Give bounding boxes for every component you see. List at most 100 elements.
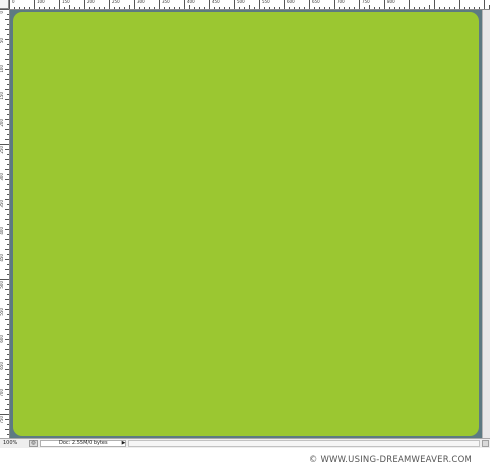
ruler-tick	[79, 7, 80, 9]
ruler-tick	[179, 7, 180, 9]
ruler-tick	[354, 7, 355, 9]
ruler-tick	[419, 7, 420, 9]
ruler-origin[interactable]	[0, 0, 9, 9]
ruler-tick	[7, 224, 9, 225]
ruler-tick	[7, 434, 9, 435]
ruler-tick	[7, 354, 9, 355]
ruler-tick	[284, 0, 285, 9]
ruler-label: 600	[287, 0, 295, 4]
zoom-level[interactable]: 100%	[3, 440, 25, 447]
green-rounded-rectangle[interactable]	[13, 12, 479, 436]
ruler-tick	[29, 7, 30, 9]
ruler-label: 300	[0, 173, 4, 181]
ruler-tick	[124, 7, 125, 9]
ruler-tick	[469, 7, 470, 9]
ruler-tick	[5, 399, 9, 400]
ruler-tick	[7, 314, 9, 315]
ruler-tick	[7, 264, 9, 265]
vertical-ruler[interactable]: 0 50 100 150 200 250 300 350 400 450 500 550 600 650 7…	[0, 9, 10, 438]
ruler-tick	[7, 94, 9, 95]
ruler-tick	[5, 269, 9, 270]
ruler-label: 200	[0, 119, 4, 127]
photoshop-document-window: 0 100 150 200 250 300 350 400 450 500 550 600 650 700…	[0, 0, 490, 448]
ruler-tick	[374, 7, 375, 9]
ruler-tick	[5, 149, 9, 150]
ruler-tick	[7, 14, 9, 15]
triangle-right-icon[interactable]: ▶	[120, 440, 127, 447]
ruler-tick	[7, 64, 9, 65]
ruler-tick	[119, 7, 120, 9]
ruler-tick	[7, 214, 9, 215]
horizontal-scrollbar[interactable]	[128, 440, 480, 447]
ruler-label: 150	[62, 0, 70, 4]
ruler-tick	[99, 7, 100, 9]
ruler-tick	[169, 7, 170, 9]
ruler-tick	[219, 7, 220, 9]
ruler-tick	[5, 169, 9, 170]
ruler-tick	[5, 339, 9, 340]
ruler-tick	[7, 134, 9, 135]
ruler-tick	[364, 7, 365, 9]
ruler-tick	[5, 229, 9, 230]
ruler-tick	[19, 7, 20, 9]
ruler-tick	[7, 424, 9, 425]
watermark: © WWW.USING-DREAMWEAVER.COM	[308, 455, 472, 465]
resize-corner[interactable]	[482, 440, 489, 447]
ruler-tick	[289, 7, 290, 9]
ruler-label: 550	[0, 308, 4, 316]
ruler-tick	[7, 74, 9, 75]
ruler-tick	[444, 7, 445, 9]
ruler-tick	[7, 244, 9, 245]
ruler-tick	[369, 5, 370, 9]
ruler-tick	[5, 329, 9, 330]
ruler-tick	[5, 59, 9, 60]
ruler-tick	[7, 124, 9, 125]
vertical-scrollbar[interactable]	[482, 10, 490, 438]
canvas-area[interactable]	[10, 10, 482, 438]
ruler-tick	[144, 7, 145, 9]
navigator-icon[interactable]: ◎	[29, 440, 38, 447]
horizontal-ruler[interactable]: 0 100 150 200 250 300 350 400 450 500 550 600 650 700…	[9, 0, 490, 10]
ruler-tick	[424, 7, 425, 9]
ruler-tick	[5, 199, 9, 200]
ruler-tick	[204, 7, 205, 9]
ruler-tick	[429, 5, 430, 9]
ruler-tick	[129, 5, 130, 9]
ruler-tick	[249, 5, 250, 9]
ruler-label: 350	[162, 0, 170, 4]
ruler-tick	[474, 7, 475, 9]
status-bar: 100% ◎ Doc: 2.55M/0 bytes ▶	[0, 438, 490, 448]
ruler-tick	[5, 309, 9, 310]
ruler-tick	[5, 409, 9, 410]
ruler-tick	[54, 7, 55, 9]
ruler-tick	[409, 0, 410, 9]
doc-info: Doc: 2.55M/0 bytes	[40, 440, 126, 447]
ruler-tick	[5, 259, 9, 260]
ruler-tick	[5, 99, 9, 100]
ruler-tick	[344, 7, 345, 9]
ruler-label: 800	[387, 0, 395, 4]
ruler-tick	[194, 7, 195, 9]
ruler-tick	[5, 419, 9, 420]
ruler-label: 100	[0, 65, 4, 73]
ruler-label: 400	[187, 0, 195, 4]
ruler-tick	[279, 7, 280, 9]
ruler-tick	[5, 349, 9, 350]
ruler-tick	[7, 194, 9, 195]
ruler-tick	[7, 284, 9, 285]
ruler-tick	[189, 5, 190, 9]
ruler-label: 750	[0, 416, 4, 424]
ruler-tick	[139, 7, 140, 9]
ruler-tick	[5, 379, 9, 380]
ruler-label: 0	[0, 11, 4, 14]
ruler-tick	[5, 89, 9, 90]
ruler-tick	[5, 249, 9, 250]
ruler-tick	[89, 7, 90, 9]
ruler-tick	[339, 7, 340, 9]
ruler-tick	[7, 304, 9, 305]
ruler-tick	[5, 239, 9, 240]
ruler-tick	[404, 7, 405, 9]
ruler-tick	[7, 24, 9, 25]
ruler-tick	[234, 0, 235, 9]
ruler-tick	[259, 0, 260, 9]
